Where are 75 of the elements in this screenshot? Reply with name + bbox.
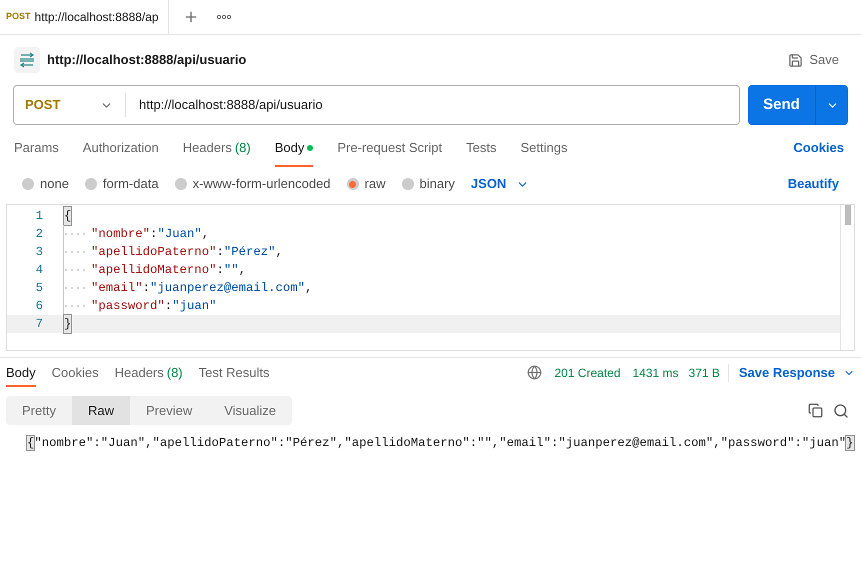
brace: }: [64, 314, 72, 334]
request-tab[interactable]: Tests: [466, 125, 496, 171]
request-tab[interactable]: Headers (8): [182, 125, 251, 171]
size-text: 371 B: [688, 364, 729, 382]
json-key: "nombre": [91, 224, 150, 244]
request-tab[interactable]: Pre-request Script: [337, 125, 442, 171]
json-key: "apellidoMaterno": [91, 260, 216, 280]
globe-icon: [527, 365, 542, 380]
json-value: "juanperez@email.com": [150, 280, 306, 297]
json-text: :: [164, 298, 172, 315]
format-select[interactable]: JSON: [470, 174, 530, 194]
response-tab[interactable]: Test Results: [198, 358, 270, 387]
request-tab[interactable]: Params: [14, 125, 59, 171]
view-mode-tab[interactable]: Preview: [130, 396, 208, 425]
method-label: POST: [6, 10, 31, 24]
brace: }: [846, 436, 854, 450]
line-number: 5: [34, 280, 43, 297]
request-tab[interactable]: Body: [274, 125, 314, 171]
json-text: ,: [305, 280, 312, 297]
cookies-link[interactable]: Cookies: [793, 138, 844, 158]
request-tab[interactable]: POST http://localhost:8888/ap: [0, 0, 169, 34]
save-icon: [788, 52, 804, 68]
view-mode-tab[interactable]: Pretty: [6, 396, 72, 425]
body-type-radio[interactable]: binary: [402, 174, 455, 194]
response-tab[interactable]: Body: [6, 358, 36, 387]
response-tab[interactable]: Cookies: [52, 358, 99, 387]
request-tab[interactable]: Settings: [520, 125, 568, 171]
line-number: 4: [34, 262, 43, 279]
more-icon[interactable]: [217, 14, 231, 20]
tab-title: http://localhost:8888/ap: [34, 9, 159, 26]
line-number: 1: [34, 208, 43, 225]
json-key: "password": [91, 296, 165, 316]
save-button[interactable]: Save: [788, 50, 839, 70]
status-text: 201 Created: [554, 364, 620, 382]
send-button[interactable]: Send: [748, 85, 815, 125]
response-tab[interactable]: Headers (8): [114, 358, 183, 387]
view-mode-tab[interactable]: Raw: [72, 396, 130, 425]
json-text: "nombre":"Juan","apellidoPaterno":"Pérez","apellidoMaterno":"","email":"juanperez@email.com","password":"juan": [34, 436, 846, 450]
line-number: 2: [34, 226, 43, 243]
line-number: 7: [34, 316, 43, 333]
request-name: http://localhost:8888/api/usuario: [47, 51, 246, 70]
json-text: :: [216, 262, 224, 279]
json-text: :: [216, 244, 224, 261]
json-text: :: [142, 280, 150, 297]
line-number: 6: [34, 298, 43, 315]
brace: {: [27, 436, 34, 450]
json-key: "email": [91, 278, 143, 298]
url-bar[interactable]: POST http://localhost:8888/api/usuario: [13, 85, 740, 125]
json-text: ,: [276, 244, 283, 261]
json-value: "": [224, 262, 239, 279]
body-type-radio[interactable]: form-data: [84, 174, 159, 194]
brace: {: [64, 206, 72, 226]
body-type-radio[interactable]: none: [22, 174, 69, 194]
beautify-link[interactable]: Beautify: [788, 174, 839, 194]
json-key: "apellidoPaterno": [91, 242, 216, 262]
scrollbar-icon: [845, 205, 851, 225]
body-type-radio[interactable]: raw: [346, 174, 386, 194]
time-text: 1431 ms: [632, 364, 679, 382]
search-icon[interactable]: [833, 402, 849, 418]
body-type-radio[interactable]: x-www-form-urlencoded: [174, 174, 331, 194]
line-number: 3: [34, 244, 43, 261]
json-text: ,: [202, 226, 210, 243]
copy-icon[interactable]: [808, 403, 823, 418]
json-value: "juan": [172, 298, 216, 315]
request-tab[interactable]: Authorization: [82, 125, 159, 171]
json-text: :: [150, 226, 158, 243]
json-value: "Juan": [157, 226, 202, 243]
method-select[interactable]: POST: [14, 86, 125, 124]
code-editor[interactable]: 1 { 2 "nombre":"Juan", 3 "apellidoPaterno":"Pérez", 4 "apellidoMaterno":"", 5 "email":"juanperez@email.com", 6 "password":"juan" 7 }: [6, 204, 855, 351]
save-response-button[interactable]: Save Response: [738, 362, 855, 382]
add-tab-icon[interactable]: [183, 9, 199, 25]
json-text: ,: [238, 262, 246, 279]
view-mode-tab[interactable]: Visualize: [208, 396, 292, 425]
http-icon: [14, 47, 40, 73]
json-value: "Pérez": [224, 244, 276, 261]
